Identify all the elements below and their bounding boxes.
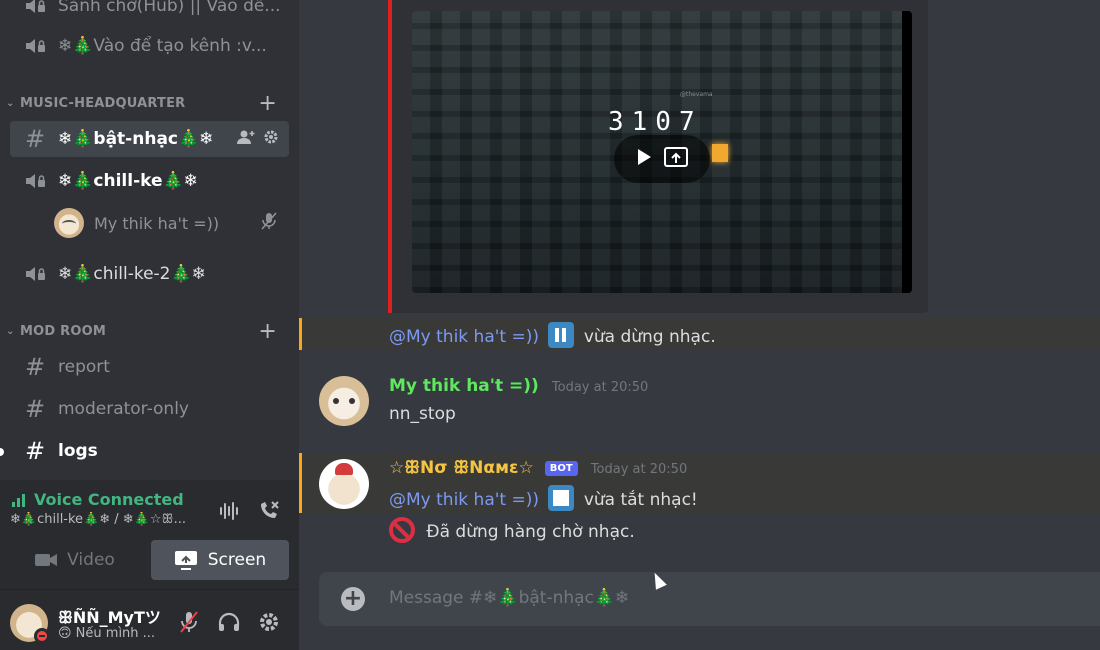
message-composer[interactable]: + Message #❄🎄bật-nhạc🎄❄ — [319, 572, 1100, 626]
screen-share-button[interactable]: Screen — [151, 540, 289, 580]
message-text: nn_stop — [389, 404, 456, 424]
gear-icon[interactable] — [255, 608, 283, 636]
category-mod-room[interactable]: ⌄ MOD ROOM + — [6, 319, 289, 344]
voice-channel-hub[interactable]: Sảnh chờ(Hub) || Vào để... — [10, 0, 289, 24]
add-channel-icon[interactable]: + — [258, 319, 277, 344]
stop-icon — [548, 485, 575, 511]
message-content: @My thik ha't =)) vừa tắt nhạc! — [389, 485, 698, 511]
text-channel-bat-nhac[interactable]: # ❄🎄bật-nhạc🎄❄ — [10, 121, 289, 157]
channel-actions — [237, 129, 279, 150]
channel-label: ❄🎄Vào để tạo kênh :v... — [58, 36, 267, 56]
lit-window — [712, 144, 728, 162]
voice-status[interactable]: Voice Connected — [12, 490, 184, 509]
hashtag-icon: # — [24, 353, 46, 381]
unread-indicator — [0, 448, 4, 456]
user-panel: ꕥÑÑ_MyTツ 🙃 Nếu mình ... — [0, 590, 299, 650]
message-pause: @My thik ha't =)) vừa dừng nhạc. — [299, 318, 1100, 350]
headphones-icon[interactable] — [215, 608, 243, 636]
avatar — [54, 208, 84, 238]
invite-icon[interactable] — [237, 129, 255, 150]
user-mention[interactable]: @My thik ha't =)) — [389, 327, 539, 347]
voice-user-name: My thik ha't =)) — [94, 213, 220, 233]
message-text: vừa dừng nhạc. — [583, 327, 716, 347]
speaker-lock-icon — [20, 36, 50, 56]
mute-mic-icon[interactable] — [175, 608, 203, 636]
video-countdown: 3107 — [608, 107, 703, 137]
category-music-headquarter[interactable]: ⌄ MUSIC-HEADQUARTER + — [6, 91, 289, 116]
disconnect-icon[interactable] — [254, 496, 284, 526]
dnd-status-icon — [34, 628, 50, 644]
category-label: MOD ROOM — [20, 323, 106, 339]
noise-suppression-icon[interactable] — [214, 496, 244, 526]
video-watermark: @thevama — [680, 91, 713, 98]
channel-label: ❄🎄chill-ke🎄❄ — [58, 171, 198, 191]
text-channel-logs[interactable]: # logs — [10, 433, 289, 469]
camera-icon — [35, 554, 58, 566]
chevron-down-icon: ⌄ — [6, 97, 15, 109]
voice-channel-chill-ke[interactable]: ❄🎄chill-ke🎄❄ — [10, 163, 289, 199]
message-input-placeholder: Message #❄🎄bật-nhạc🎄❄ — [389, 588, 630, 608]
custom-status: 🙃 Nếu mình ... — [58, 626, 156, 641]
category-label: MUSIC-HEADQUARTER — [20, 95, 186, 111]
discord-app: Sảnh chờ(Hub) || Vào để... ❄🎄Vào để tạo … — [0, 0, 1100, 650]
message-user: My thik ha't =)) Today at 20:50 nn_stop — [299, 368, 1100, 438]
video-label: Video — [67, 550, 115, 570]
message-text-line2-wrap: Đã dừng hàng chờ nhạc. — [389, 517, 635, 543]
channel-label: report — [58, 357, 110, 377]
screen-label: Screen — [207, 550, 267, 570]
screen-share-icon — [174, 551, 197, 570]
video-button[interactable]: Video — [10, 540, 140, 580]
avatar[interactable] — [319, 376, 369, 426]
message-timestamp: Today at 20:50 — [590, 462, 688, 477]
user-mention[interactable]: @My thik ha't =)) — [389, 490, 539, 510]
channel-label: Sảnh chờ(Hub) || Vào để... — [58, 0, 281, 16]
no-entry-icon — [389, 517, 415, 543]
chevron-down-icon: ⌄ — [6, 325, 15, 337]
open-external-icon[interactable] — [664, 147, 688, 171]
voice-channel-create[interactable]: ❄🎄Vào để tạo kênh :v... — [10, 28, 289, 64]
hashtag-icon: # — [24, 437, 46, 465]
video-letterbox — [902, 11, 912, 293]
voice-status-label: Voice Connected — [34, 490, 184, 509]
video-player[interactable]: @thevama 3107 — [412, 11, 912, 293]
message-text: Đã dừng hàng chờ nhạc. — [426, 522, 635, 542]
speaker-lock-icon — [20, 0, 50, 16]
pause-icon — [548, 322, 575, 348]
video-embed: @thevama 3107 — [388, 0, 928, 313]
text-channel-report[interactable]: # report — [10, 349, 289, 385]
message-content: @My thik ha't =)) vừa dừng nhạc. — [389, 322, 716, 348]
voice-connection-panel: Voice Connected ❄🎄chill-ke🎄❄ / ❄🎄☆ꕥ... V… — [0, 480, 299, 590]
channel-label: ❄🎄bật-nhạc🎄❄ — [58, 129, 214, 149]
message-header: My thik ha't =)) Today at 20:50 — [389, 376, 648, 396]
channel-label: ❄🎄chill-ke-2🎄❄ — [58, 264, 206, 284]
voice-user-entry[interactable]: My thik ha't =)) — [54, 208, 289, 238]
text-channel-moderator-only[interactable]: # moderator-only — [10, 391, 289, 427]
chat-area: @thevama 3107 @My thik ha't =)) vừa dừng — [299, 0, 1100, 650]
message-bot: ☆ꕥNσ ꕥNαмε☆ BOT Today at 20:50 @My thik … — [299, 453, 1100, 513]
muted-mic-icon — [261, 212, 277, 234]
username[interactable]: ꕥÑÑ_MyTツ — [58, 604, 161, 628]
signal-icon — [12, 493, 25, 507]
hashtag-thread-icon: # — [24, 395, 46, 423]
voice-channel-chill-ke-2[interactable]: ❄🎄chill-ke-2🎄❄ — [10, 256, 289, 292]
message-text: vừa tắt nhạc! — [583, 490, 698, 510]
add-attachment-icon[interactable]: + — [341, 587, 365, 611]
speaker-lock-icon — [20, 264, 50, 284]
speaker-lock-icon — [20, 171, 50, 191]
channel-label: moderator-only — [58, 399, 189, 419]
add-channel-icon[interactable]: + — [258, 91, 277, 116]
channel-label: logs — [58, 441, 98, 461]
play-icon[interactable] — [636, 148, 652, 170]
message-timestamp: Today at 20:50 — [551, 380, 649, 395]
message-header: ☆ꕥNσ ꕥNαмε☆ BOT Today at 20:50 — [389, 458, 687, 478]
avatar[interactable] — [319, 459, 369, 509]
hashtag-icon: # — [24, 125, 46, 153]
bot-badge: BOT — [544, 461, 578, 476]
channel-sidebar: Sảnh chờ(Hub) || Vào để... ❄🎄Vào để tạo … — [0, 0, 299, 650]
voice-channel-path[interactable]: ❄🎄chill-ke🎄❄ / ❄🎄☆ꕥ... — [10, 512, 200, 527]
message-author[interactable]: ☆ꕥNσ ꕥNαмε☆ — [389, 458, 534, 478]
message-author[interactable]: My thik ha't =)) — [389, 376, 539, 396]
video-controls[interactable] — [614, 135, 710, 183]
gear-icon[interactable] — [263, 129, 279, 150]
